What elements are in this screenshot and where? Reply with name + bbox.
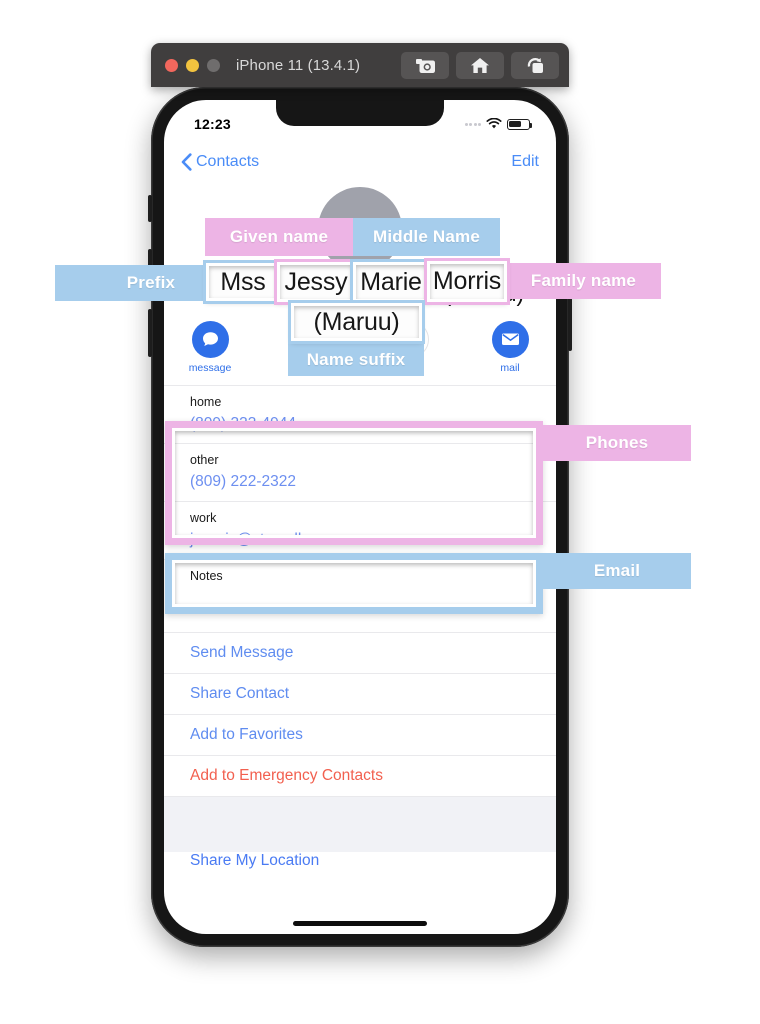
- window-traffic-lights: [165, 58, 220, 72]
- annotation-tag-name-suffix: Name suffix: [288, 343, 424, 376]
- ocr-box-family-name: Morris: [424, 258, 510, 305]
- navigation-bar: Contacts Edit: [164, 140, 556, 184]
- screen-notch: [276, 100, 444, 126]
- annotation-tag-middle-name: Middle Name: [353, 218, 500, 256]
- home-icon: [471, 57, 489, 73]
- share-contact-row[interactable]: Share Contact: [164, 673, 556, 714]
- ocr-box-middle-name: Marie: [350, 259, 432, 305]
- simulator-titlebar: iPhone 11 (13.4.1): [151, 43, 569, 87]
- back-to-contacts-button[interactable]: Contacts: [181, 153, 259, 171]
- mail-icon: [491, 320, 529, 358]
- mail-action-button[interactable]: mail: [482, 320, 538, 374]
- annotation-tag-given-name: Given name: [205, 218, 353, 256]
- wifi-icon: [486, 118, 502, 129]
- close-window-button[interactable]: [165, 58, 178, 72]
- cellular-signal-icon: [464, 122, 481, 126]
- status-indicators: [464, 118, 533, 130]
- message-icon: [191, 320, 229, 358]
- status-time: 12:23: [194, 116, 231, 132]
- annotation-region-email-inner: [172, 560, 536, 607]
- annotation-region-email: [165, 553, 543, 614]
- add-to-favorites-row[interactable]: Add to Favorites: [164, 714, 556, 755]
- home-indicator[interactable]: [293, 921, 427, 926]
- share-my-location-row[interactable]: Share My Location: [164, 852, 556, 874]
- camera-icon: [415, 59, 435, 73]
- home-button[interactable]: [456, 51, 504, 79]
- annotation-region-phones: [165, 421, 543, 545]
- phone-label: home: [190, 394, 222, 409]
- ocr-box-name-suffix: (Maruu): [288, 300, 425, 344]
- annotation-tag-phones: Phones: [543, 425, 691, 461]
- message-action-label: message: [188, 361, 232, 374]
- mail-action-label: mail: [500, 361, 520, 374]
- simulator-title: iPhone 11 (13.4.1): [236, 56, 361, 74]
- annotation-region-phones-inner: [172, 428, 536, 538]
- simulator-toolbar: [401, 51, 559, 79]
- ocr-box-given-name: Jessy: [274, 259, 358, 305]
- message-action-button[interactable]: message: [182, 320, 238, 374]
- annotation-tag-family-name: Family name: [506, 263, 661, 299]
- rotate-icon: [527, 57, 543, 73]
- add-to-emergency-contacts-row[interactable]: Add to Emergency Contacts: [164, 755, 556, 796]
- list-spacer: [164, 796, 556, 853]
- edit-button[interactable]: Edit: [511, 153, 539, 171]
- ocr-box-prefix: Mss: [203, 260, 283, 304]
- zoom-window-button[interactable]: [207, 58, 220, 72]
- minimize-window-button[interactable]: [186, 58, 199, 72]
- screenshot-button[interactable]: [401, 51, 449, 79]
- battery-icon: [507, 118, 533, 130]
- chevron-left-icon: [181, 153, 192, 171]
- screenshot-root: iPhone 11 (13.4.1) 12:23 Contacts Edit m…: [0, 0, 760, 1024]
- rotate-button[interactable]: [511, 51, 559, 79]
- send-message-row[interactable]: Send Message: [164, 632, 556, 673]
- volume-down-button[interactable]: [148, 309, 152, 357]
- annotation-tag-email: Email: [543, 553, 691, 589]
- silent-switch[interactable]: [148, 195, 152, 222]
- back-label: Contacts: [196, 153, 260, 170]
